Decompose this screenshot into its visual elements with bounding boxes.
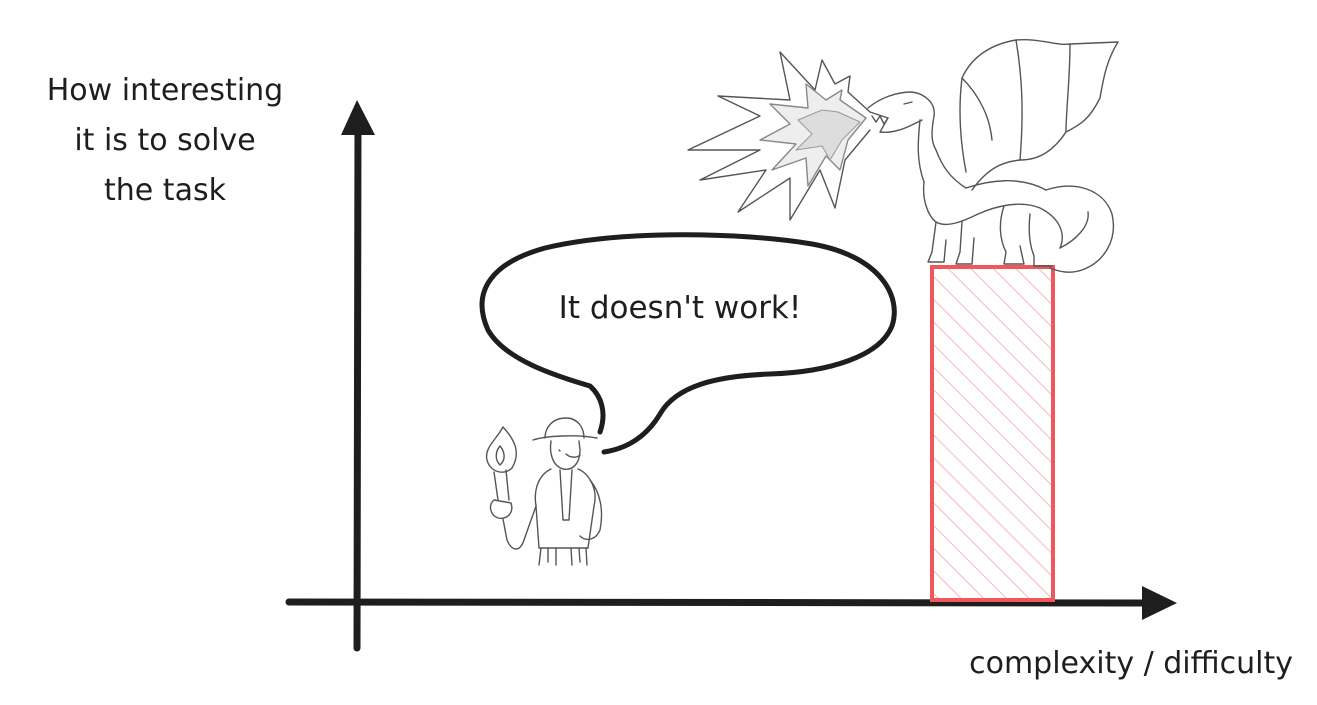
- x-axis-label: complexity / difficulty: [969, 646, 1293, 681]
- y-axis-label-line-3: the task: [104, 173, 227, 208]
- explorer-with-torch-icon: [485, 417, 603, 566]
- y-axis-label: How interesting it is to solve the task: [47, 73, 283, 208]
- x-axis-arrowhead: [1142, 586, 1177, 620]
- speech-bubble: It doesn't work!: [479, 232, 897, 455]
- difficulty-bar: [930, 265, 1055, 602]
- y-axis-label-line-2: it is to solve: [74, 123, 255, 158]
- speech-bubble-text: It doesn't work!: [559, 290, 802, 326]
- y-axis: [341, 100, 375, 652]
- difficulty-bar-fill: [932, 267, 1053, 600]
- y-axis-label-line-1: How interesting: [47, 73, 283, 108]
- y-axis-arrowhead: [341, 100, 375, 135]
- diagram-canvas: How interesting it is to solve the task …: [47, 38, 1293, 681]
